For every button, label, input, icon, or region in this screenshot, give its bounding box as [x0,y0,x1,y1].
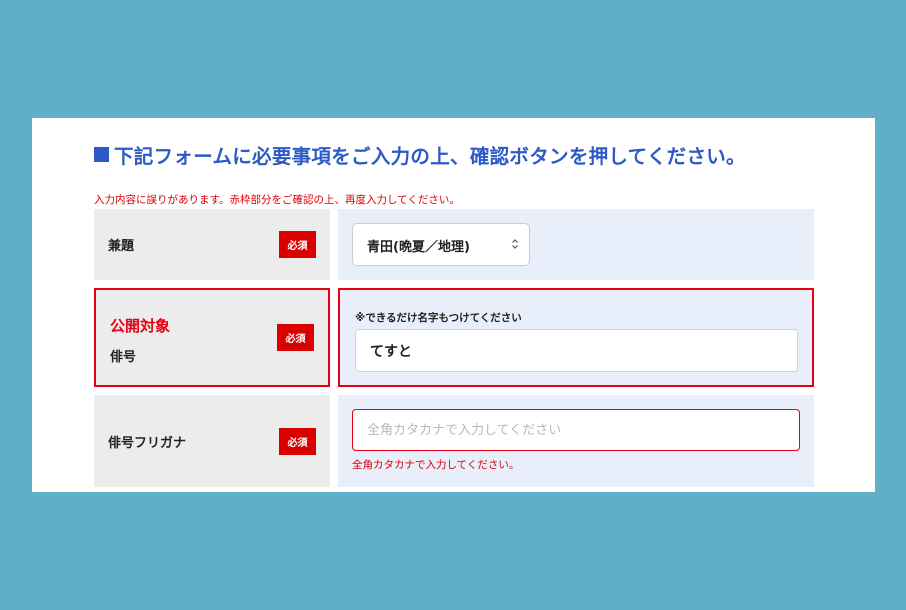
furigana-error-message: 全角カタカナで入力してください。 [352,459,520,471]
form-error-message: 入力内容に誤りがあります。赤枠部分をご確認の上、再度入力してください。 [94,194,460,206]
select-updown-icon [511,234,519,254]
title-select[interactable]: 青田(晩夏／地理) [352,223,530,266]
haigou-input-cell: ※できるだけ名字もつけてください [338,288,814,387]
furigana-label-cell: 俳号フリガナ 必須 [94,395,330,487]
haigou-hint: ※できるだけ名字もつけてください [355,312,522,324]
furigana-label: 俳号フリガナ [108,436,187,451]
blue-square-icon [94,147,109,162]
haigou-label-cell: 公開対象 俳号 必須 [94,288,330,387]
title-select-value: 青田(晩夏／地理) [367,240,470,255]
required-badge: 必須 [279,231,316,258]
furigana-input-cell: 全角カタカナで入力してください。 [338,395,814,487]
required-badge: 必須 [277,324,314,351]
haigou-label: 俳号 [110,350,137,365]
title-label-cell: 兼題 必須 [94,209,330,280]
title-input-cell: 青田(晩夏／地理) [338,209,814,280]
form-heading-text: 下記フォームに必要事項をご入力の上、確認ボタンを押してください。 [114,145,746,168]
form-panel: 下記フォームに必要事項をご入力の上、確認ボタンを押してください。 入力内容に誤り… [32,118,875,492]
public-target-label: 公開対象 [110,317,171,335]
form-heading: 下記フォームに必要事項をご入力の上、確認ボタンを押してください。 [94,140,746,169]
furigana-input[interactable] [352,409,800,451]
required-badge: 必須 [279,428,316,455]
haigou-input[interactable] [355,329,798,372]
title-label: 兼題 [108,239,135,254]
